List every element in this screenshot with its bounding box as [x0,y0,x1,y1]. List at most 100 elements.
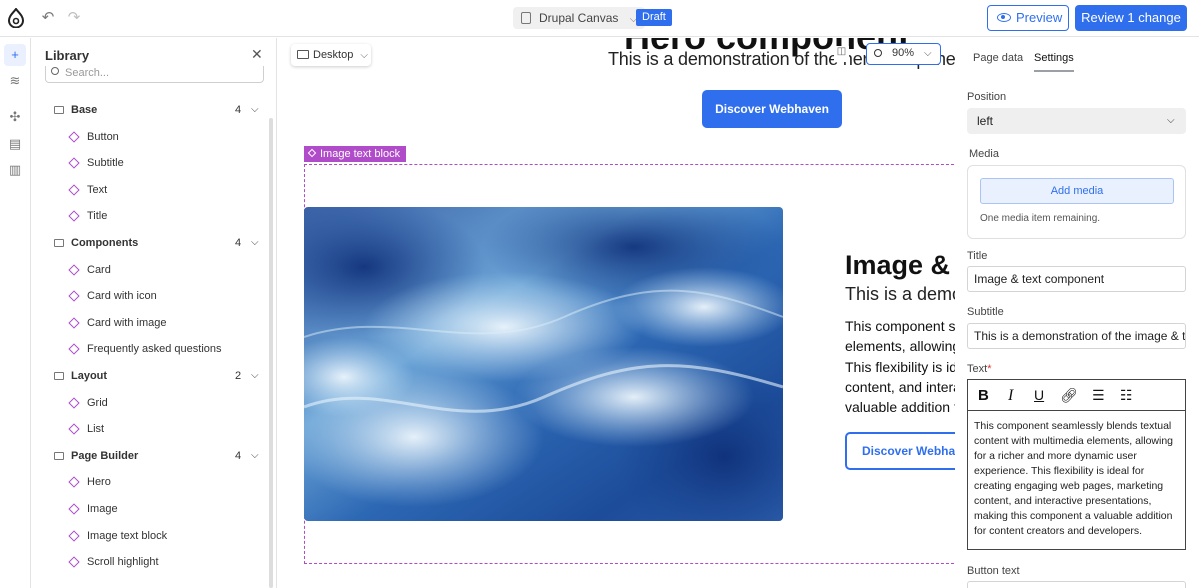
text-label-name: Text [967,363,988,375]
bold-icon[interactable]: B [978,387,989,404]
component-item[interactable]: List [32,416,268,442]
component-name: Text [87,183,108,196]
preview-button[interactable]: Preview [987,5,1069,31]
folder-icon [54,239,64,247]
add-icon[interactable]: + [4,44,26,66]
component-icon [68,556,80,568]
pages-icon[interactable]: ▤ [4,133,26,155]
settings-panel: Page data Settings Position left ⌵ Media… [955,38,1199,588]
component-icon [68,290,80,302]
add-media-button[interactable]: Add media [980,178,1174,204]
search-placeholder: Search... [65,67,110,79]
zoom-select[interactable]: 90% ⌵ [866,43,941,65]
review-button[interactable]: Review 1 change [1075,5,1187,31]
component-icon [307,148,317,158]
device-label: Desktop [313,49,354,61]
title-field[interactable]: Image & text component [967,266,1186,292]
component-item[interactable]: Card [32,257,268,283]
folder-page-builder[interactable]: Page Builder 4 ⌵ [32,443,268,469]
ocean-image[interactable] [304,207,783,521]
button-text-label: Button text [967,565,1020,577]
numbered-list-icon[interactable]: ☷ [1120,387,1133,404]
component-icon [68,396,80,409]
editor-toolbar: B I U 🔗︎ ☰ ☷ [968,380,1185,411]
component-name: Button [87,130,119,143]
component-item[interactable]: Text [32,177,268,203]
component-icon [68,343,80,356]
button-text-field[interactable] [967,581,1186,588]
editor-line: content with multimedia elements, allowi… [974,435,1174,447]
search-input[interactable]: Search... [45,66,264,83]
project-selector[interactable]: Drupal Canvas ⌵ [513,7,646,29]
component-item[interactable]: Subtitle [32,150,268,176]
link-icon[interactable]: 🔗︎ [1060,387,1078,404]
compare-icon[interactable]: ◫ [834,46,849,62]
component-name: Image text block [87,529,168,542]
undo-icon[interactable]: ↶ [40,10,56,26]
zoom-value: 90% [892,47,915,59]
redo-icon[interactable]: ↷ [66,10,82,26]
folder-count: 4 [234,104,242,116]
component-item[interactable]: Card with image [32,310,268,336]
close-icon[interactable]: ✕ [251,46,263,63]
body-line: content, and interactive p [845,378,955,395]
components-icon[interactable]: ✣ [4,106,26,128]
position-select[interactable]: left ⌵ [967,108,1186,134]
library-icon[interactable]: ▥ [4,159,26,181]
editor-line: content, and interactive presentations, [974,495,1152,507]
editor-content[interactable]: This component seamlessly blends textual… [974,419,1181,539]
component-item[interactable]: Button [32,124,268,150]
image-text-subtitle[interactable]: This is a demonstration of the image & t… [845,284,955,305]
chevron-down-icon: ⌵ [251,104,259,115]
component-item[interactable]: Image [32,496,268,522]
component-item[interactable]: Scroll highlight [32,549,268,575]
component-name: Title [87,210,108,223]
zoom-control: ◫ 90% ⌵ [834,43,941,65]
image-text-button[interactable]: Discover Webhaven [845,432,955,470]
library-scrollbar[interactable] [269,118,273,588]
device-selector[interactable]: Desktop ⌵ [291,44,371,66]
folder-icon [54,106,64,114]
component-item[interactable]: Image text block [32,523,268,549]
folder-count: 2 [234,370,242,382]
tab-page-data[interactable]: Page data [973,52,1023,64]
text-editor[interactable]: B I U 🔗︎ ☰ ☷ This component seamlessly b… [967,379,1186,550]
folder-name: Layout [71,370,108,382]
component-item[interactable]: Frequently asked questions [32,336,268,362]
component-name: Grid [87,396,108,409]
folder-components[interactable]: Components 4 ⌵ [32,230,268,256]
component-item[interactable]: Card with icon [32,283,268,309]
layers-icon[interactable]: ≋ [4,70,26,92]
folder-count: 4 [234,449,242,462]
tab-settings[interactable]: Settings [1034,52,1074,72]
left-rail: + ≋ ✣ ▤ ▥ [0,38,31,588]
folder-icon [54,451,64,460]
bullet-list-icon[interactable]: ☰ [1092,387,1105,404]
top-bar: ↶ ↷ Drupal Canvas ⌵ Draft Preview Review… [0,0,1199,37]
subtitle-field[interactable]: This is a demonstration of the image & t… [967,323,1186,349]
component-icon [68,210,80,223]
component-name: Card with image [87,316,167,329]
hero-button[interactable]: Discover Webhaven [702,90,842,128]
media-note: One media item remaining. [980,213,1101,224]
component-item[interactable]: Hero [32,469,268,495]
selected-component-name: Image text block [320,148,401,160]
component-item[interactable]: Grid [32,390,268,416]
underline-icon[interactable]: U [1034,387,1044,403]
selected-component-label[interactable]: Image text block [304,146,407,162]
italic-icon[interactable]: I [1008,387,1013,405]
preview-canvas[interactable]: Hero component This is a demonstration o… [278,38,955,588]
folder-layout[interactable]: Layout 2 ⌵ [32,363,268,389]
component-item[interactable]: Title [32,203,268,229]
body-line: valuable addition for cont [845,399,955,416]
image-text-body[interactable]: This component seamlessly elements, allo… [845,316,955,417]
image-text-title[interactable]: Image & text component [845,250,955,281]
required-marker: * [987,363,992,375]
editor-line: experience. This flexibility is ideal fo… [974,465,1145,477]
monitor-icon [297,50,309,59]
component-name: Card with icon [87,290,157,303]
component-name: List [87,423,105,436]
chevron-down-icon: ⌵ [251,237,259,248]
folder-base[interactable]: Base 4 ⌵ [32,97,268,123]
drupal-logo-icon[interactable] [6,8,26,28]
